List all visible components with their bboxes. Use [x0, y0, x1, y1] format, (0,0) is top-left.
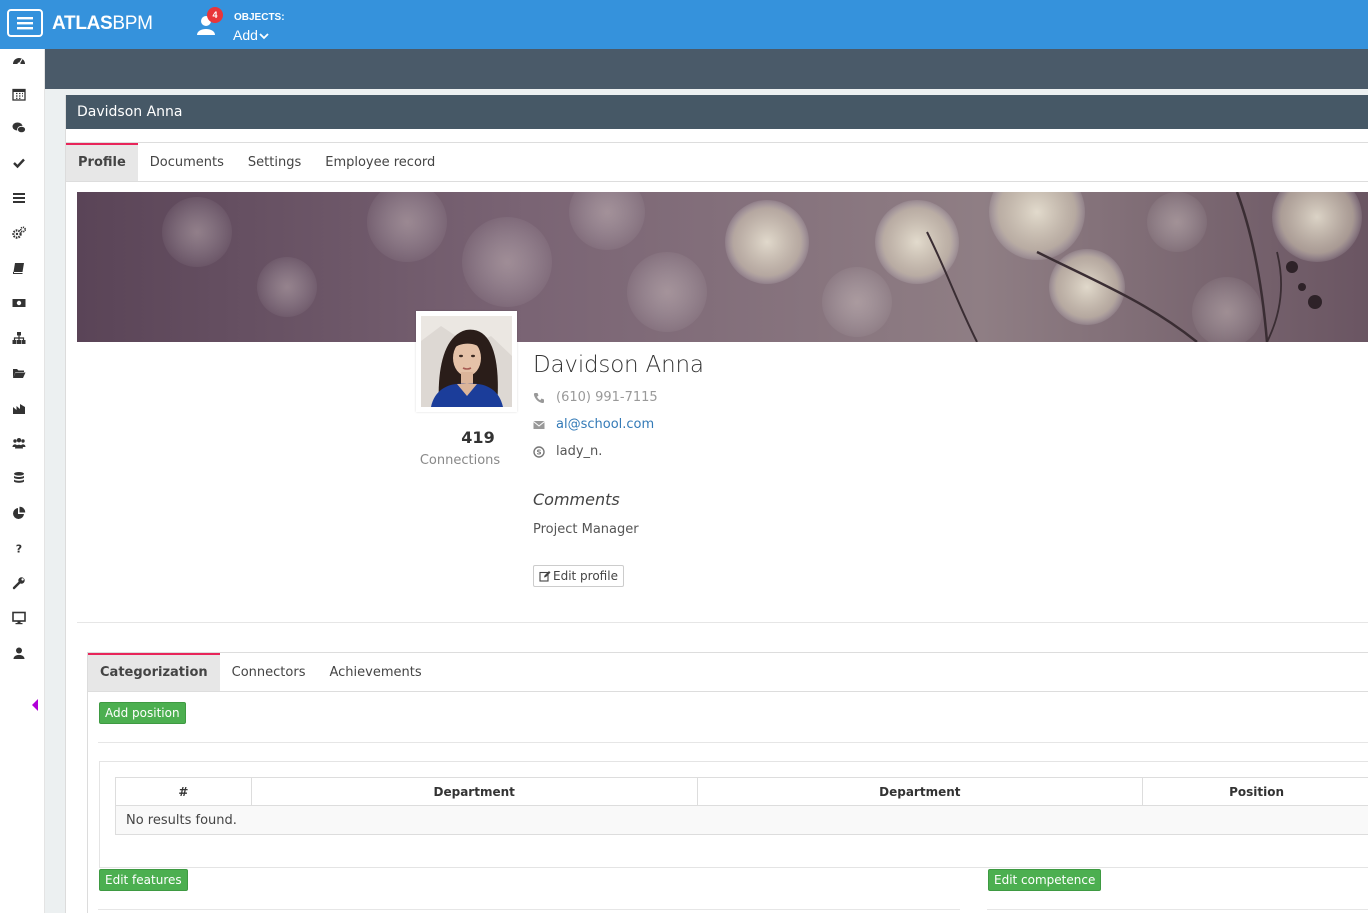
avatar — [416, 311, 517, 412]
chat-icon — [12, 122, 26, 134]
column-header-position[interactable]: Position — [1142, 777, 1368, 806]
empty-message: No results found. — [115, 805, 1368, 835]
positions-grid-container: # Department Department Position No resu… — [99, 761, 1368, 868]
tab-documents[interactable]: Documents — [138, 143, 236, 181]
add-position-button[interactable]: Add position — [99, 702, 186, 724]
avatar-photo — [421, 316, 512, 407]
table-row: No results found. — [115, 805, 1368, 835]
profile-name: Davidson Anna — [533, 352, 704, 378]
bokeh-cover-image — [77, 192, 1368, 342]
tab-categorization[interactable]: Categorization — [88, 653, 220, 691]
skype-row: S lady_n. — [533, 444, 602, 459]
connections-count: 419 — [461, 428, 495, 447]
question-icon: ? — [16, 543, 22, 556]
folder-icon — [13, 369, 26, 378]
add-object-dropdown[interactable]: Add — [233, 27, 269, 43]
pie-chart-icon — [13, 506, 26, 519]
column-header-number[interactable]: # — [115, 777, 252, 806]
edit-features-button[interactable]: Edit features — [99, 869, 188, 891]
table-header-row: # Department Department Position — [115, 777, 1368, 806]
phone-row: (610) 991-7115 — [533, 390, 658, 405]
app-logo[interactable]: ATLASBPM — [52, 13, 153, 35]
sidebar-item-structure[interactable] — [10, 329, 28, 347]
skype-icon: S — [533, 445, 545, 458]
hamburger-menu-button[interactable] — [7, 9, 43, 37]
sidebar-item-tools[interactable] — [10, 574, 28, 592]
edit-competence-button[interactable]: Edit competence — [988, 869, 1102, 891]
divider — [98, 909, 960, 910]
sidebar: ? — [0, 49, 45, 913]
comments-value: Project Manager — [533, 522, 639, 537]
objects-label: OBJECTS: — [234, 12, 285, 23]
connections-label: Connections — [419, 453, 501, 468]
sidebar-item-profile[interactable] — [10, 644, 28, 662]
svg-text:S: S — [536, 448, 541, 456]
sidebar-item-finance[interactable] — [10, 294, 28, 312]
tab-achievements[interactable]: Achievements — [317, 653, 433, 691]
hamburger-icon — [17, 17, 33, 30]
money-icon — [12, 299, 26, 307]
column-header-department[interactable]: Department — [250, 777, 698, 806]
profile-tabs: Profile Documents Settings Employee reco… — [66, 142, 1368, 182]
email-row: al@school.com — [533, 417, 654, 432]
sidebar-item-database[interactable] — [10, 469, 28, 487]
sitemap-icon — [12, 332, 26, 344]
comments-heading: Comments — [533, 490, 620, 509]
sidebar-item-reports[interactable] — [10, 399, 28, 417]
wrench-icon — [12, 577, 25, 590]
sidebar-item-users[interactable] — [10, 434, 28, 452]
sidebar-item-lists[interactable] — [10, 189, 28, 207]
chart-icon — [13, 404, 25, 414]
dashboard-icon — [13, 58, 25, 66]
sidebar-item-calendar[interactable] — [10, 85, 28, 103]
edit-profile-button[interactable]: Edit profile — [533, 565, 624, 587]
sidebar-item-knowledge[interactable] — [10, 259, 28, 277]
active-item-indicator — [32, 699, 38, 711]
tab-settings[interactable]: Settings — [236, 143, 313, 181]
sidebar-item-display[interactable] — [10, 609, 28, 627]
cover-banner — [77, 192, 1368, 342]
sidebar-item-dashboard[interactable] — [10, 51, 28, 69]
edit-icon — [539, 571, 551, 582]
sidebar-item-chat[interactable] — [10, 119, 28, 137]
divider — [987, 909, 1368, 910]
calendar-icon — [12, 88, 26, 101]
desktop-icon — [12, 611, 26, 625]
section-divider — [77, 622, 1368, 623]
user-icon — [13, 647, 25, 659]
list-icon — [13, 193, 25, 203]
check-icon — [13, 158, 25, 169]
divider — [98, 742, 1368, 743]
edit-profile-label: Edit profile — [553, 569, 618, 583]
top-bar: ATLASBPM 4 OBJECTS: Add — [0, 0, 1368, 49]
users-icon — [12, 438, 26, 449]
tab-connectors[interactable]: Connectors — [220, 653, 318, 691]
add-object-label: Add — [233, 27, 258, 43]
email-link[interactable]: al@school.com — [556, 417, 654, 432]
page-toolbar-strip — [45, 49, 1368, 89]
cogs-icon — [12, 226, 26, 239]
sidebar-item-analytics[interactable] — [10, 504, 28, 522]
profile-panel: Davidson Anna Profile Documents Settings… — [65, 95, 1368, 913]
notification-badge: 4 — [207, 7, 223, 23]
sidebar-item-files[interactable] — [10, 364, 28, 382]
envelope-icon — [533, 420, 545, 429]
column-header-department-2[interactable]: Department — [696, 777, 1144, 806]
database-icon — [14, 472, 24, 483]
phone-icon — [533, 392, 544, 403]
tab-profile[interactable]: Profile — [66, 143, 138, 181]
sidebar-item-tasks[interactable] — [10, 154, 28, 172]
svg-text:?: ? — [16, 543, 22, 556]
sidebar-item-help[interactable]: ? — [10, 539, 28, 557]
chevron-down-icon — [259, 33, 269, 40]
sidebar-item-settings[interactable] — [10, 224, 28, 242]
page-title: Davidson Anna — [66, 95, 1368, 129]
tab-employee-record[interactable]: Employee record — [313, 143, 447, 181]
lower-tabs: Categorization Connectors Achievements — [88, 652, 1368, 692]
phone-number: (610) 991-7115 — [556, 390, 658, 405]
book-icon — [13, 263, 24, 274]
positions-table: # Department Department Position No resu… — [115, 777, 1368, 835]
skype-name: lady_n. — [556, 444, 603, 459]
